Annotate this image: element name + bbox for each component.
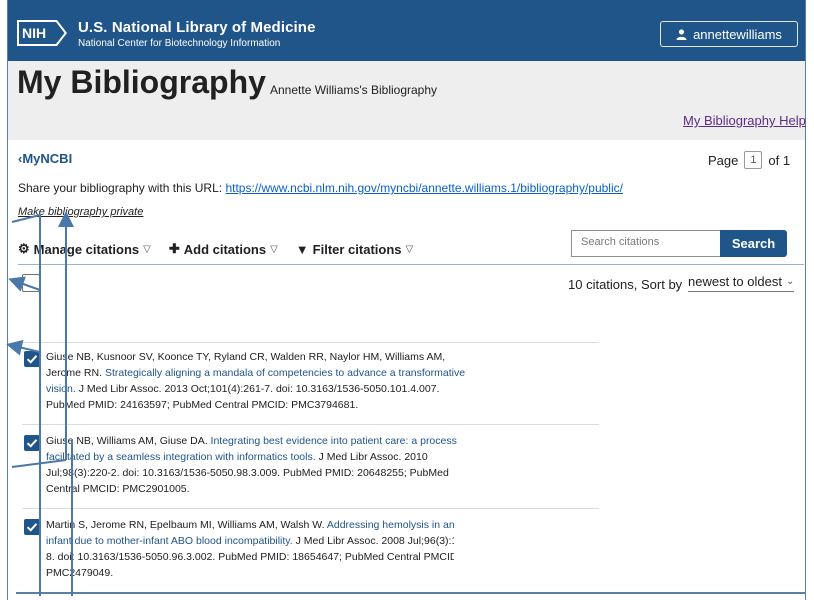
annotation-arrow [11,213,41,352]
annotation-arrow [6,339,41,596]
annotation-arrow [8,276,41,292]
annotation-overlay [6,211,74,596]
